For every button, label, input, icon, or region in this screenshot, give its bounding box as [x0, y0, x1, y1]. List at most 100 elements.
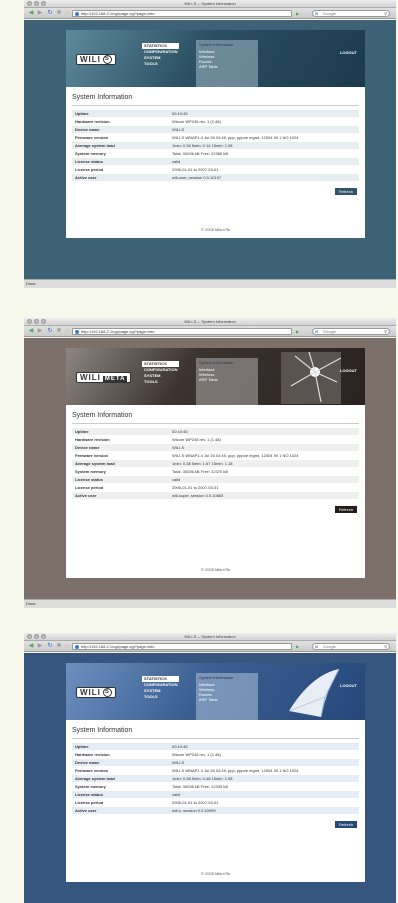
main-nav: STATISTICS CONFIGURATION SYSTEM TOOLS	[142, 43, 180, 67]
home-icon[interactable]: ⌂	[63, 10, 71, 17]
browser-toolbar: ◀ ▶ ↻ ✖ ⌂ http://192.168.2.1/cgi/page.cg…	[24, 641, 396, 652]
wili-logo: WILI S	[76, 687, 116, 698]
table-row: Device name WILI-S	[72, 444, 359, 452]
main-nav: STATISTICS CONFIGURATION SYSTEM TOOLS	[142, 361, 180, 385]
refresh-button[interactable]: Refresh	[334, 188, 357, 195]
hang-glider-image	[288, 668, 340, 718]
favicon-icon	[75, 330, 79, 334]
nav-tools[interactable]: TOOLS	[142, 694, 179, 700]
browser-window-blue: WILI-S -- System Information ◀ ▶ ↻ ✖ ⌂ h…	[24, 633, 396, 903]
info-table: Uptime 00:10:45 Hardware revision Wicom WP…	[72, 743, 359, 815]
subnav-arp-table[interactable]: ARP Table	[199, 697, 255, 702]
page-title: System Information	[72, 412, 133, 419]
titlebar: WILI-S -- System Information	[24, 0, 396, 8]
main-nav: STATISTICS CONFIGURATION SYSTEM TOOLS	[142, 676, 180, 700]
divider	[72, 423, 359, 424]
stop-icon[interactable]: ✖	[55, 643, 63, 650]
google-icon: G	[315, 11, 319, 16]
subnav-system-information[interactable]: System information	[199, 42, 255, 47]
url-field[interactable]: http://192.168.2.1/cgi/page.cgi?page=inf…	[72, 328, 292, 335]
refresh-button[interactable]: Refresh	[334, 821, 357, 828]
table-row: Firmware version WILI-S WNAP1.4 Jul 26 04…	[72, 767, 359, 775]
status-bar: Done	[24, 599, 396, 608]
reload-icon[interactable]: ↻	[46, 10, 54, 17]
table-row: Device name WILI-S	[72, 126, 359, 134]
back-icon[interactable]: ◀	[27, 643, 35, 650]
subnav-system-information[interactable]: System information	[199, 675, 255, 680]
table-row: Hardware revision Wicom WP245 rev. 1 (1.4…	[72, 118, 359, 126]
table-row: License period 2006-01-01 to 2007-03-01	[72, 799, 359, 807]
window-title: WILI-S -- System Information	[184, 319, 236, 324]
table-row: Uptime 00:10:45	[72, 110, 359, 118]
url-field[interactable]: http://192.168.2.1/cgi/page.cgi?page=inf…	[72, 10, 292, 17]
logout-link[interactable]: LOGOUT	[340, 368, 357, 373]
search-icon: ⚲	[384, 329, 387, 334]
search-input[interactable]: G Google ⚲	[312, 328, 390, 335]
nav-tools[interactable]: TOOLS	[142, 61, 179, 67]
page-viewport: WILI META STATISTICS CONFIGURATION SYSTEM…	[24, 338, 396, 599]
favicon-icon	[75, 12, 79, 16]
logout-link[interactable]: LOGOUT	[340, 50, 357, 55]
forward-icon[interactable]: ▶	[36, 10, 44, 17]
divider	[72, 105, 359, 106]
table-row: Uptime 00:10:45	[72, 428, 359, 436]
window-title: WILI-S -- System Information	[184, 1, 236, 6]
search-icon: ⚲	[384, 644, 387, 649]
divider	[72, 738, 359, 739]
go-button[interactable]: ▶ ·	[296, 643, 308, 650]
search-input[interactable]: G Google ⚲	[312, 643, 390, 650]
table-row: License status valid	[72, 158, 359, 166]
logout-link[interactable]: LOGOUT	[340, 683, 357, 688]
table-row: System memory Total: 30036 kB Free: 22380…	[72, 150, 359, 158]
browser-window-teal: WILI-S -- System Information ◀ ▶ ↻ ✖ ⌂ h…	[24, 0, 396, 289]
wili-meta-logo: WILI META	[76, 372, 132, 383]
subnav-system-information[interactable]: System information	[199, 360, 255, 365]
page-title: System Information	[72, 727, 133, 734]
back-icon[interactable]: ◀	[27, 10, 35, 17]
forward-icon[interactable]: ▶	[36, 328, 44, 335]
table-row: License status valid	[72, 791, 359, 799]
go-button[interactable]: ▶ ·	[296, 10, 308, 17]
table-row: Device name WILI-S	[72, 759, 359, 767]
table-row: Average system load 1min: 0.38 5min: 1.67…	[72, 460, 359, 468]
google-icon: G	[315, 644, 319, 649]
subnav-arp-table[interactable]: ARP Table	[199, 64, 255, 69]
table-row: License status valid	[72, 476, 359, 484]
reload-icon[interactable]: ↻	[46, 328, 54, 335]
page-viewport: WILI S STATISTICS CONFIGURATION SYSTEM TO…	[24, 20, 396, 279]
table-row: Firmware version WILI-S WNAP1.4 Jul 26 04…	[72, 452, 359, 460]
table-row: Average system load 1min: 0.38 5min: 0.48…	[72, 775, 359, 783]
subnav-arp-table[interactable]: ARP Table	[199, 377, 255, 382]
nav-tools[interactable]: TOOLS	[142, 379, 179, 385]
home-icon[interactable]: ⌂	[63, 328, 71, 335]
go-button[interactable]: ▶ ·	[296, 328, 308, 335]
titlebar: WILI-S -- System Information	[24, 633, 396, 641]
browser-toolbar: ◀ ▶ ↻ ✖ ⌂ http://192.168.2.1/cgi/page.cg…	[24, 326, 396, 337]
stop-icon[interactable]: ✖	[55, 10, 63, 17]
browser-window-brown: WILI-S -- System Information ◀ ▶ ↻ ✖ ⌂ h…	[24, 318, 396, 608]
google-icon: G	[315, 329, 319, 334]
search-input[interactable]: G Google ⚲	[312, 10, 390, 17]
copyright: © 2005 MikroTik	[200, 567, 231, 572]
table-row: Uptime 00:10:45	[72, 743, 359, 751]
refresh-button[interactable]: Refresh	[334, 506, 357, 513]
status-bar: Done	[24, 279, 396, 288]
url-field[interactable]: http://192.168.2.1/cgi/page.cgi?page=inf…	[72, 643, 292, 650]
window-title: WILI-S -- System Information	[184, 634, 236, 639]
reload-icon[interactable]: ↻	[46, 643, 54, 650]
header-banner: WILI META STATISTICS CONFIGURATION SYSTEM…	[66, 348, 365, 405]
home-icon[interactable]: ⌂	[63, 643, 71, 650]
stop-icon[interactable]: ✖	[55, 328, 63, 335]
back-icon[interactable]: ◀	[27, 328, 35, 335]
sub-nav: System information Interface Wireless Ro…	[196, 673, 258, 720]
starburst-image	[281, 352, 341, 404]
table-row: License period 2006-01-01 to 2007-03-01	[72, 166, 359, 174]
table-row: Hardware revision Wicom WP245 rev. 1 (1.4…	[72, 751, 359, 759]
info-table: Uptime 00:10:45 Hardware revision Wicom WP…	[72, 110, 359, 182]
table-row: Active user wili-super, session 0.0.10865	[72, 492, 359, 500]
router-page: WILI S STATISTICS CONFIGURATION SYSTEM TO…	[66, 663, 365, 882]
header-banner: WILI S STATISTICS CONFIGURATION SYSTEM TO…	[66, 30, 365, 87]
table-row: Firmware version WILI-S WNAP1.4 Jul 26 04…	[72, 134, 359, 142]
forward-icon[interactable]: ▶	[36, 643, 44, 650]
sub-nav: System information Interface Wireless AR…	[196, 358, 258, 405]
